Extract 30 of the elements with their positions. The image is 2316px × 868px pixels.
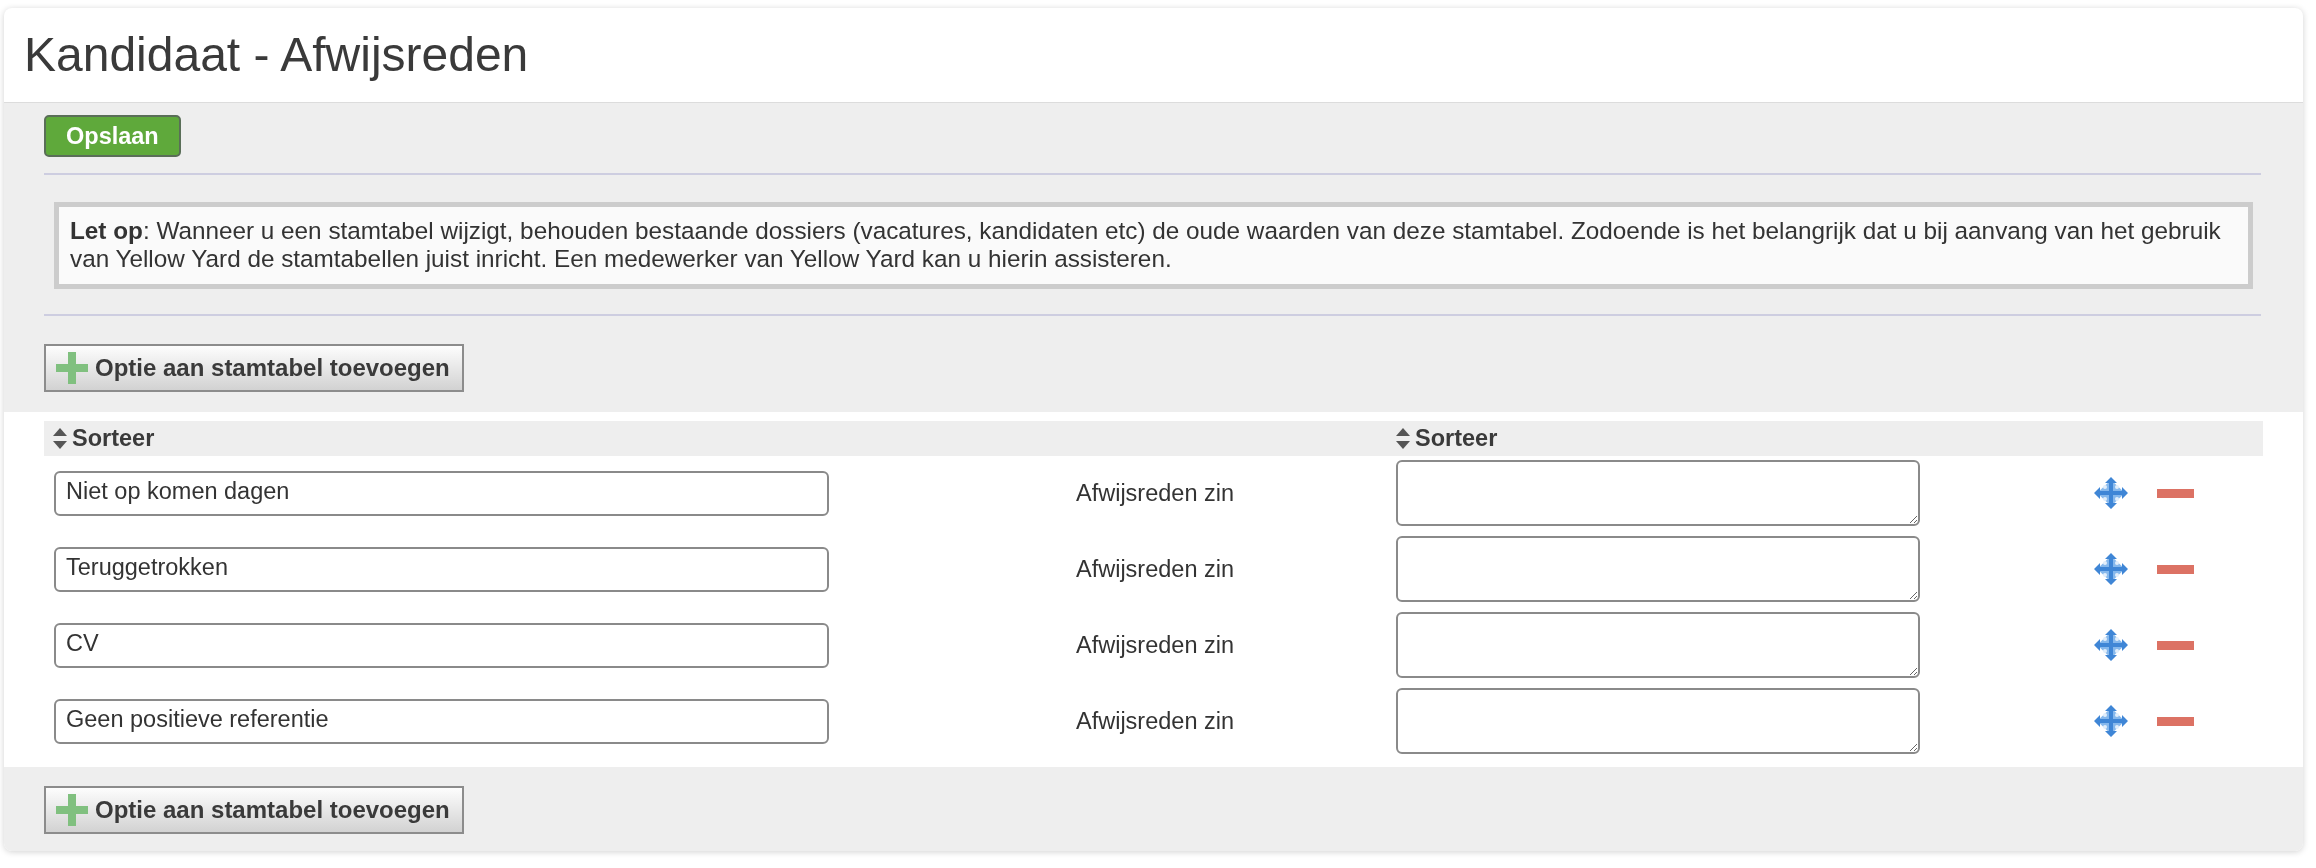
phrase-field[interactable]	[1396, 460, 1920, 526]
sort-icon	[1396, 427, 1410, 449]
name-field[interactable]: Geen positieve referentie	[54, 698, 829, 744]
phrase-label: Afwijsreden zin	[1076, 479, 1235, 507]
name-field[interactable]: Teruggetrokken	[54, 546, 829, 592]
name-field[interactable]: CV	[54, 622, 829, 668]
move-icon[interactable]	[2094, 705, 2128, 737]
plus-icon	[56, 352, 88, 384]
minus-icon[interactable]	[2157, 564, 2194, 574]
minus-icon[interactable]	[2157, 640, 2194, 650]
page-title: Kandidaat - Afwijsreden	[24, 28, 529, 82]
phrase-label: Afwijsreden zin	[1076, 631, 1235, 659]
add-option-button[interactable]: Optie aan stamtabel toevoegen	[44, 344, 464, 392]
move-icon[interactable]	[2094, 477, 2128, 509]
sort-link[interactable]: Sorteer	[53, 424, 155, 452]
move-icon[interactable]	[2094, 553, 2128, 585]
move-icon[interactable]	[2094, 629, 2128, 661]
sort-link[interactable]: Sorteer	[1396, 424, 1498, 452]
notice-text: Let op: Wanneer u een stamtabel wijzigt, behouden bestaande dossiers (vacatures, kandidaten etc) de oude waarden van deze stamtabel. Zodoende is het belangrijk dat u bij aanvang van het gebruik van Yellow Yard de stamtabellen juist inricht. Een medewerker van Yellow Yard kan u hierin assisteren.	[70, 217, 2222, 273]
phrase-field[interactable]	[1396, 536, 1920, 602]
name-field[interactable]: Niet op komen dagen	[54, 470, 829, 516]
phrase-field[interactable]	[1396, 612, 1920, 678]
plus-icon	[56, 794, 88, 826]
phrase-field[interactable]	[1396, 688, 1920, 754]
sort-icon	[53, 427, 67, 449]
phrase-label: Afwijsreden zin	[1076, 707, 1235, 735]
add-option-button[interactable]: Optie aan stamtabel toevoegen	[44, 786, 464, 834]
minus-icon[interactable]	[2157, 488, 2194, 498]
phrase-label: Afwijsreden zin	[1076, 555, 1235, 583]
minus-icon[interactable]	[2157, 716, 2194, 726]
